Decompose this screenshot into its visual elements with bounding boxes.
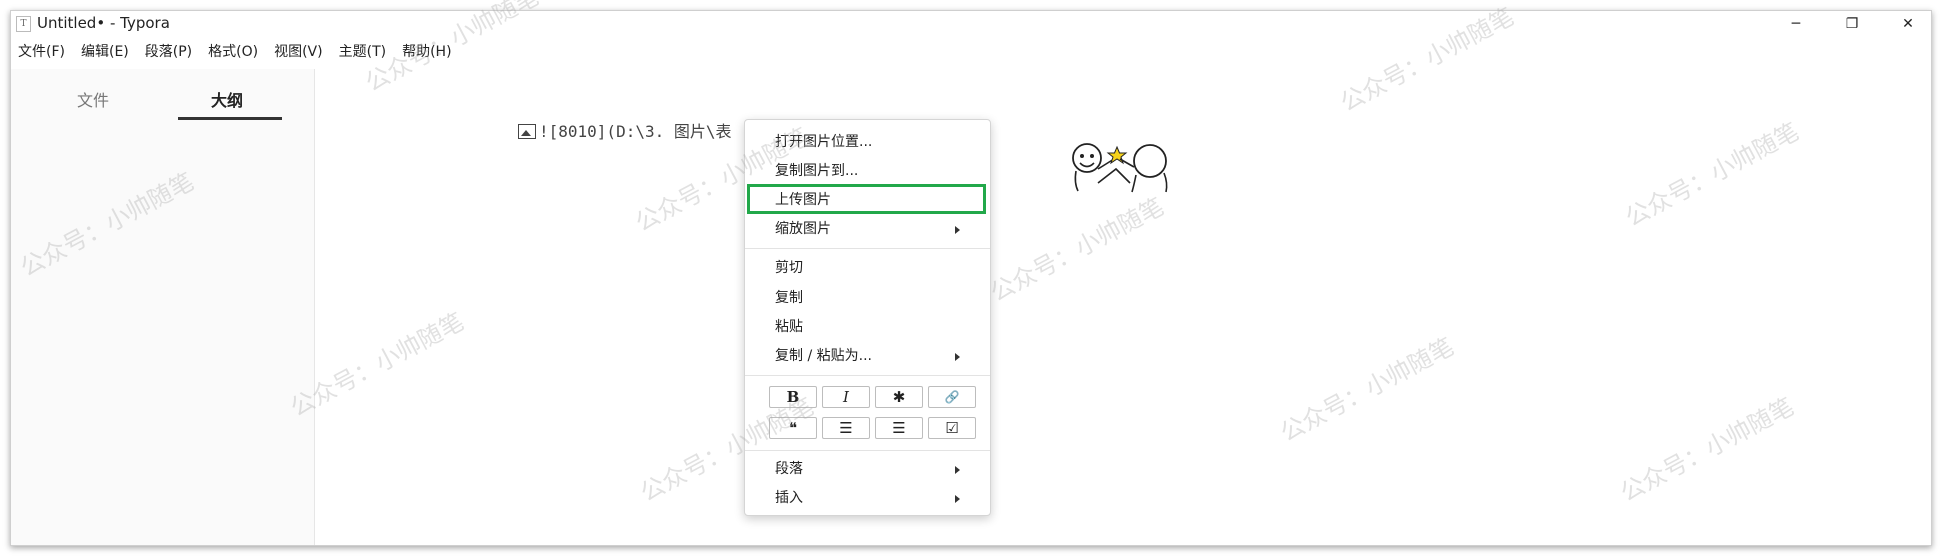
bold-icon[interactable]: B [769, 386, 817, 408]
tab-outline[interactable]: 大纲 [211, 87, 243, 111]
menu-bar: 文件(F) 编辑(E) 段落(P) 格式(O) 视图(V) 主题(T) 帮助(H… [11, 41, 460, 63]
italic-icon[interactable]: I [822, 386, 870, 408]
menu-paragraph-sub[interactable]: 段落 [775, 459, 803, 479]
menu-view[interactable]: 视图(V) [266, 41, 331, 63]
menu-paragraph[interactable]: 段落(P) [137, 41, 200, 63]
image-icon [518, 124, 536, 139]
menu-copy-image-to[interactable]: 复制图片到... [775, 161, 858, 181]
sidebar: 文件 大纲 [11, 69, 315, 545]
menu-file[interactable]: 文件(F) [11, 41, 73, 63]
menu-open-image-location[interactable]: 打开图片位置... [775, 132, 872, 152]
menu-divider [745, 375, 990, 376]
menu-help[interactable]: 帮助(H) [394, 41, 459, 63]
typora-app-icon: T [16, 16, 31, 32]
menu-insert[interactable]: 插入 [775, 488, 803, 508]
context-menu: 打开图片位置... 复制图片到... 上传图片 缩放图片 剪切 复制 粘贴 复制… [744, 119, 991, 516]
markdown-image-line[interactable]: ![8010](D:\3. 图片\表 [518, 118, 732, 142]
unordered-list-icon[interactable]: ☰ [875, 417, 923, 439]
menu-cut[interactable]: 剪切 [775, 258, 803, 278]
task-list-icon[interactable]: ☑ [928, 417, 976, 439]
menu-edit[interactable]: 编辑(E) [73, 41, 137, 63]
image-markdown-text: ![8010](D:\3. 图片\表 [539, 122, 732, 141]
submenu-arrow-icon [955, 495, 960, 503]
menu-copy-paste-as[interactable]: 复制 / 粘贴为... [775, 346, 872, 366]
menu-scale-image[interactable]: 缩放图片 [775, 219, 831, 239]
emoji-image[interactable] [1070, 143, 1170, 193]
submenu-arrow-icon [955, 226, 960, 234]
tab-files[interactable]: 文件 [77, 87, 109, 111]
menu-paste[interactable]: 粘贴 [775, 317, 803, 337]
menu-upload-image[interactable]: 上传图片 [775, 190, 831, 210]
active-tab-indicator [178, 117, 282, 120]
link-icon[interactable]: 🔗 [928, 386, 976, 408]
menu-copy[interactable]: 复制 [775, 288, 803, 308]
menu-theme[interactable]: 主题(T) [331, 41, 394, 63]
close-button[interactable]: ✕ [1885, 11, 1931, 37]
submenu-arrow-icon [955, 466, 960, 474]
submenu-arrow-icon [955, 353, 960, 361]
window-title: Untitled• - Typora [37, 14, 170, 32]
menu-divider [745, 450, 990, 451]
quote-icon[interactable]: ❝ [769, 417, 817, 439]
menu-format[interactable]: 格式(O) [200, 41, 266, 63]
ordered-list-icon[interactable]: ☰ [822, 417, 870, 439]
restore-button[interactable]: ❐ [1829, 11, 1875, 37]
menu-divider [745, 248, 990, 249]
minimize-button[interactable]: ─ [1773, 11, 1819, 37]
asterisk-icon[interactable]: ✱ [875, 386, 923, 408]
title-bar: T Untitled• - Typora ─ ❐ ✕ [11, 11, 1931, 37]
